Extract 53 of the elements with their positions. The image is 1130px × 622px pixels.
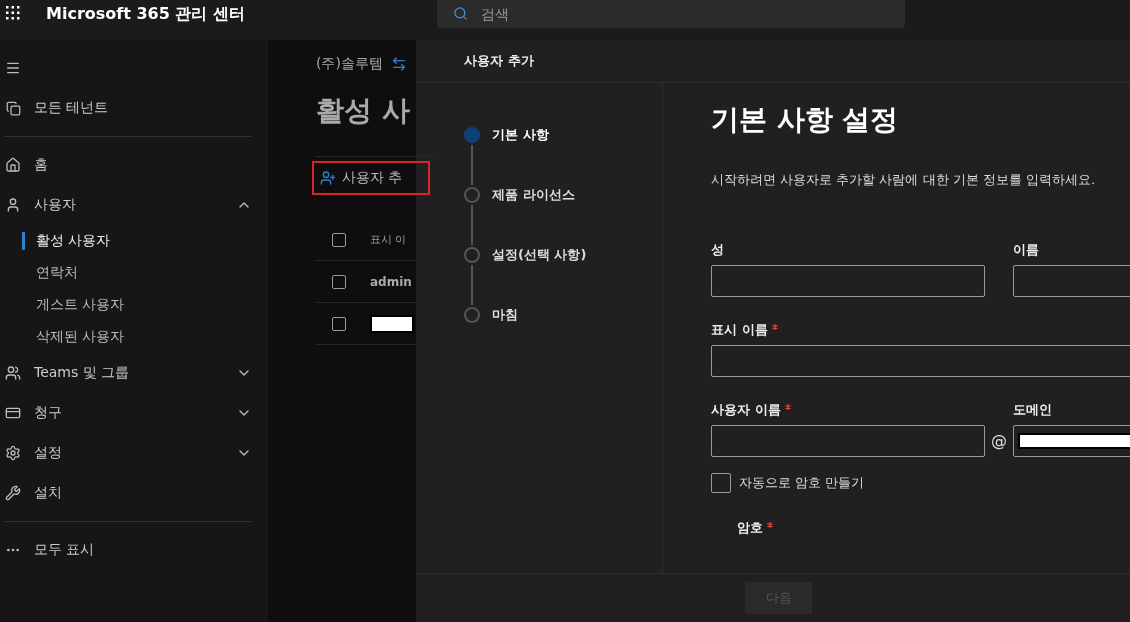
search-icon	[453, 6, 468, 21]
nav-item[interactable]: 설정	[0, 433, 268, 473]
at-sign: @	[990, 430, 1008, 452]
tenant-name: (주)솔루템	[316, 55, 383, 73]
checkbox[interactable]	[711, 473, 731, 493]
nav-icon	[5, 405, 21, 421]
page-title: 활성 사	[316, 93, 411, 129]
nav-item[interactable]: Teams 및 그룹	[0, 353, 268, 393]
checkbox-label: 자동으로 암호 만들기	[739, 474, 865, 492]
field-label: 암호	[737, 519, 763, 537]
input-field[interactable]	[711, 345, 1130, 377]
app-title: Microsoft 365 관리 센터	[46, 4, 245, 25]
description-text: 시작하려면 사용자로 추가할 사람에 대한 기본 정보를 입력하세요.	[711, 171, 1097, 189]
stacked-pages-icon	[5, 100, 21, 116]
app-launcher-icon[interactable]	[6, 6, 20, 20]
nav-icon	[5, 365, 21, 381]
field-label: 이름	[1013, 241, 1039, 259]
nav-icon	[5, 157, 21, 173]
wizard-step[interactable]: 설정(선택 사항)	[464, 245, 662, 265]
nav-item[interactable]: 모두 표시	[0, 530, 268, 570]
field-label: 표시 이름	[711, 321, 768, 339]
checkbox[interactable]	[332, 274, 346, 289]
nav-item[interactable]: 사용자	[0, 185, 268, 225]
nav-item[interactable]: 설치	[0, 473, 268, 513]
nav-item[interactable]: 홈	[0, 145, 268, 185]
nav-icon	[5, 445, 21, 461]
nav-subitem[interactable]: 게스트 사용자	[0, 289, 268, 321]
nav-subitem[interactable]: 삭제된 사용자	[0, 321, 268, 353]
menu-icon	[5, 60, 21, 76]
wizard-step[interactable]: 마침	[464, 305, 662, 325]
field-label: 사용자 이름	[711, 401, 781, 419]
wizard-step[interactable]: 기본 사항	[464, 125, 662, 145]
checkbox[interactable]	[332, 232, 346, 247]
switch-icon[interactable]	[390, 56, 407, 72]
input-field[interactable]	[711, 265, 985, 297]
field-label: 성	[711, 241, 724, 259]
nav-subitem[interactable]: 활성 사용자	[0, 225, 268, 257]
section-heading: 기본 사항 설정	[711, 102, 900, 138]
column-header[interactable]: 표시 이	[370, 232, 407, 247]
panel-title: 사용자 추가	[464, 52, 534, 70]
add-person-icon	[320, 170, 336, 186]
nav-item[interactable]: 청구	[0, 393, 268, 433]
nav-item[interactable]: 모든 테넌트	[0, 88, 268, 128]
nav-icon	[5, 197, 21, 213]
nav-icon	[5, 485, 21, 501]
add-user-button[interactable]: 사용자 추	[312, 161, 430, 195]
checkbox[interactable]	[332, 316, 346, 331]
nav-subitem[interactable]: 연락처	[0, 257, 268, 289]
wizard-step[interactable]: 제품 라이선스	[464, 185, 662, 205]
table-cell: admin	[370, 274, 412, 289]
search-field[interactable]: 검색	[437, 0, 905, 28]
input-field[interactable]	[711, 425, 985, 457]
field-label: 도메인	[1013, 401, 1052, 419]
